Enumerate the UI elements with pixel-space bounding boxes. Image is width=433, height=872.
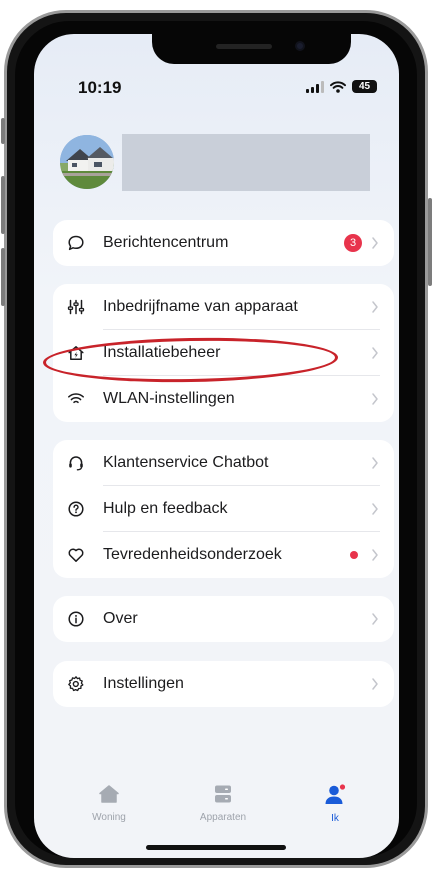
profile-name[interactable]	[122, 134, 370, 191]
power-button	[428, 198, 432, 286]
status-time: 10:19	[78, 78, 122, 97]
tab-label: Ik	[331, 813, 339, 824]
info-circle-icon	[68, 611, 84, 627]
chevron-right-icon	[372, 549, 378, 561]
chevron-right-icon	[372, 613, 378, 625]
person-icon	[325, 784, 346, 804]
menu-item-berichtencentrum[interactable]: Berichtencentrum 3	[53, 220, 394, 266]
chevron-right-icon	[372, 503, 378, 515]
home-icon	[99, 785, 119, 803]
menu-item-instellingen[interactable]: Instellingen	[53, 661, 394, 707]
menu-item-label: Inbedrijfname van apparaat	[103, 298, 298, 315]
tab-apparaten[interactable]: Apparaten	[178, 784, 268, 823]
wifi-icon	[68, 393, 84, 404]
menu-item-label: Tevredenheidsonderzoek	[103, 546, 282, 563]
heart-icon	[68, 548, 84, 562]
chevron-right-icon	[372, 457, 378, 469]
front-camera	[295, 41, 305, 51]
menu-item-over[interactable]: Over	[53, 596, 394, 642]
chat-bubble-icon	[68, 235, 84, 251]
tab-label: Woning	[92, 812, 126, 823]
sliders-icon	[67, 299, 85, 315]
card-messages: Berichtencentrum 3	[53, 220, 394, 266]
menu-item-wlan[interactable]: WLAN-instellingen	[53, 376, 394, 422]
gear-icon	[68, 676, 84, 692]
menu-item-klantenservice[interactable]: Klantenservice Chatbot	[53, 440, 394, 486]
menu-item-label: Klantenservice Chatbot	[103, 454, 269, 471]
chevron-right-icon	[372, 237, 378, 249]
battery-icon: 45	[352, 80, 377, 93]
unread-badge: 3	[344, 234, 362, 252]
menu-item-label: Instellingen	[103, 675, 184, 692]
menu-item-hulp[interactable]: Hulp en feedback	[53, 486, 394, 532]
speaker	[216, 44, 272, 49]
headset-icon	[69, 456, 83, 471]
menu-item-label: Over	[103, 610, 138, 627]
tab-woning[interactable]: Woning	[64, 784, 154, 823]
tab-ik[interactable]: Ik	[290, 784, 380, 824]
chevron-right-icon	[372, 301, 378, 313]
chevron-right-icon	[372, 393, 378, 405]
menu-item-label: Berichtencentrum	[103, 234, 229, 251]
menu-item-inbedrijfname[interactable]: Inbedrijfname van apparaat	[53, 284, 394, 330]
battery-level: 45	[358, 81, 371, 92]
screen: 10:19 45 Berichtencentrum 3 Inbedrijfnam…	[34, 34, 399, 858]
tab-label: Apparaten	[199, 812, 247, 823]
notch	[152, 34, 351, 64]
volume-down-button	[1, 248, 5, 306]
chevron-right-icon	[372, 678, 378, 690]
notification-dot	[350, 551, 358, 559]
question-circle-icon	[68, 501, 84, 517]
mute-switch	[1, 118, 5, 144]
menu-item-tevredenheidsonderzoek[interactable]: Tevredenheidsonderzoek	[53, 532, 394, 578]
cellular-signal-icon	[306, 80, 324, 93]
menu-item-label: WLAN-instellingen	[103, 390, 235, 407]
wifi-status-icon	[330, 80, 346, 93]
devices-icon	[215, 785, 231, 803]
card-about: Over	[53, 596, 394, 642]
card-settings: Instellingen	[53, 661, 394, 707]
home-indicator	[146, 845, 286, 850]
avatar[interactable]	[60, 135, 114, 189]
status-icons: 45	[306, 80, 377, 93]
card-support: Klantenservice Chatbot Hulp en feedback …	[53, 440, 394, 578]
menu-item-label: Hulp en feedback	[103, 500, 228, 517]
volume-up-button	[1, 176, 5, 234]
chevron-right-icon	[372, 347, 378, 359]
